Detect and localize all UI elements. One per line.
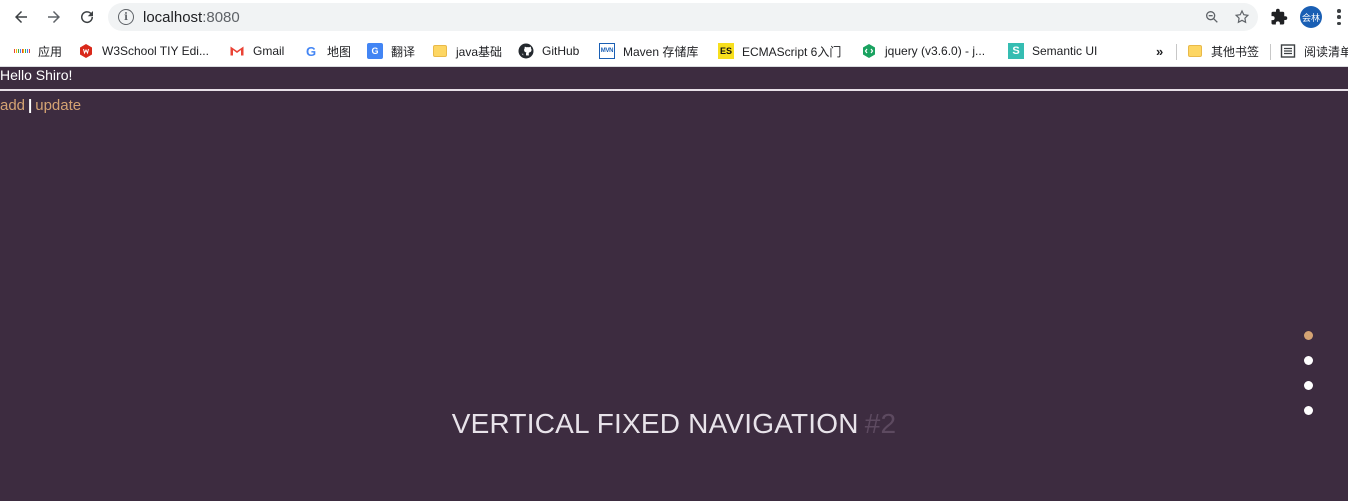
translate-icon: G <box>367 43 383 59</box>
bookmark-gmail[interactable]: Gmail <box>229 41 284 61</box>
bookmark-maps[interactable]: G 地图 <box>303 41 351 61</box>
profile-avatar[interactable]: 会林 <box>1300 6 1322 28</box>
bookmark-label: 翻译 <box>391 44 416 59</box>
reload-icon <box>81 11 94 24</box>
horizontal-rule <box>0 89 1348 91</box>
action-links: add | update <box>0 97 81 114</box>
back-button[interactable] <box>6 2 36 32</box>
greeting-text: Hello Shiro! <box>0 67 73 83</box>
zoom-icon[interactable] <box>1204 9 1220 25</box>
arrow-right-icon <box>48 11 60 23</box>
hero-title-number: #2 <box>864 408 897 439</box>
bookmark-label: GitHub <box>542 44 580 58</box>
folder-icon <box>1187 43 1203 59</box>
folder-icon <box>432 43 448 59</box>
bookmark-label: Semantic UI <box>1032 44 1098 58</box>
jquery-icon <box>861 43 877 59</box>
nav-dot-1[interactable] <box>1304 331 1313 340</box>
bookmark-jquery[interactable]: jquery (v3.6.0) - j... <box>861 41 985 61</box>
bookmark-other-folder[interactable]: 其他书签 <box>1187 41 1259 61</box>
add-link[interactable]: add <box>0 97 25 114</box>
hero-title: VERTICAL FIXED NAVIGATION #2 <box>0 408 1348 440</box>
browser-menu-icon[interactable] <box>1336 7 1342 27</box>
bookmark-maven[interactable]: MVN Maven 存储库 <box>599 41 698 61</box>
google-icon: G <box>305 43 317 59</box>
nav-dot-2[interactable] <box>1304 356 1313 365</box>
extensions-icon[interactable] <box>1270 8 1288 26</box>
bookmark-ecmascript[interactable]: ES ECMAScript 6入门 <box>718 41 841 61</box>
bookmarks-separator <box>1176 44 1177 60</box>
bookmark-label: Gmail <box>253 44 285 58</box>
github-icon <box>518 43 534 59</box>
bookmark-label: 其他书签 <box>1211 44 1260 59</box>
w3school-icon <box>78 43 94 59</box>
bookmark-java-folder[interactable]: java基础 <box>432 41 502 61</box>
link-separator: | <box>28 97 33 114</box>
bookmark-label: jquery (v3.6.0) - j... <box>885 44 986 58</box>
bookmark-label: 应用 <box>38 44 63 59</box>
hero-title-text: VERTICAL FIXED NAVIGATION <box>451 408 859 439</box>
url-host: localhost <box>143 8 203 26</box>
url-text[interactable]: localhost:8080 <box>143 9 240 26</box>
url-port: :8080 <box>202 8 240 26</box>
vertical-fixed-navigation <box>1304 331 1314 431</box>
bookmarks-overflow-icon[interactable]: » <box>1156 41 1163 61</box>
bookmark-w3school[interactable]: W3School TIY Edi... <box>78 41 209 61</box>
mvn-icon: MVN <box>599 43 615 59</box>
apps-grid-icon <box>14 43 31 59</box>
nav-dot-4[interactable] <box>1304 406 1313 415</box>
bookmark-label: Maven 存储库 <box>623 44 699 59</box>
es-icon: ES <box>718 43 734 59</box>
reading-list-icon <box>1280 43 1296 59</box>
bookmark-github[interactable]: GitHub <box>518 41 579 61</box>
reload-button[interactable] <box>72 2 102 32</box>
bookmarks-bar: 应用 W3School TIY Edi... Gmail G 地图 G 翻译 j… <box>0 34 1348 67</box>
bookmark-apps[interactable]: 应用 <box>14 41 62 61</box>
address-bar[interactable]: i localhost:8080 <box>108 3 1258 31</box>
bookmarks-separator <box>1270 44 1271 60</box>
semantic-icon: S <box>1008 43 1024 59</box>
nav-dot-3[interactable] <box>1304 381 1313 390</box>
browser-toolbar: i localhost:8080 会林 <box>0 0 1348 34</box>
arrow-left-icon <box>15 11 27 23</box>
forward-button[interactable] <box>39 2 69 32</box>
bookmark-label: W3School TIY Edi... <box>102 44 209 58</box>
gmail-icon <box>229 43 245 59</box>
bookmark-semantic-ui[interactable]: S Semantic UI <box>1008 41 1097 61</box>
star-bookmark-icon[interactable] <box>1234 9 1250 25</box>
bookmark-label: 阅读清单 <box>1304 44 1348 59</box>
bookmark-reading-list[interactable]: 阅读清单 <box>1280 41 1348 61</box>
bookmark-label: ECMAScript 6入门 <box>742 44 842 59</box>
site-info-icon[interactable]: i <box>118 9 134 25</box>
bookmark-translate[interactable]: G 翻译 <box>367 41 415 61</box>
bookmark-label: 地图 <box>327 44 352 59</box>
update-link[interactable]: update <box>35 97 81 114</box>
bookmark-label: java基础 <box>456 44 503 59</box>
